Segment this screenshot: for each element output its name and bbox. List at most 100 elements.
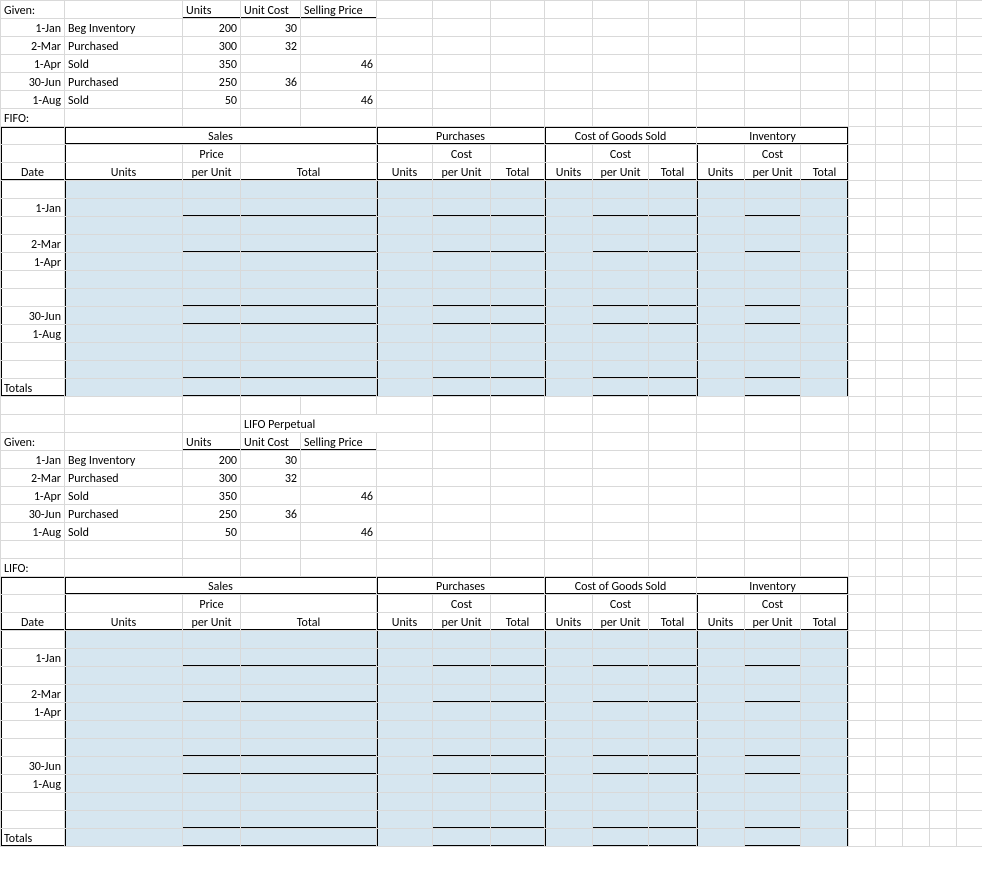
data-cell [545, 325, 593, 343]
cost-label-2: Cost [593, 145, 649, 163]
data-cell [65, 235, 183, 253]
data-cell [593, 199, 649, 217]
data-cell [491, 199, 545, 217]
inventory-header: Inventory [697, 127, 849, 145]
data-cell [241, 361, 377, 379]
data-cell [745, 343, 801, 361]
data-cell [801, 739, 849, 757]
data-cell [65, 667, 183, 685]
data-cell [593, 685, 649, 703]
data-cell [433, 757, 491, 775]
data-cell [491, 235, 545, 253]
data-cell [377, 271, 433, 289]
units-col: Units [65, 613, 183, 631]
data-cell [433, 793, 491, 811]
totals-label: Totals [1, 829, 65, 847]
given-date: 1-Aug [1, 91, 65, 109]
lifo-perpetual-label: LIFO Perpetual [241, 415, 433, 433]
data-cell [433, 199, 491, 217]
data-cell [433, 361, 491, 379]
cost-label-3: Cost [745, 145, 801, 163]
data-cell [593, 289, 649, 307]
data-cell [593, 325, 649, 343]
data-cell [801, 325, 849, 343]
given-date: 2-Mar [1, 37, 65, 55]
data-cell [745, 271, 801, 289]
given-units: 50 [183, 91, 241, 109]
data-cell [593, 703, 649, 721]
data-cell [697, 775, 745, 793]
data-cell [241, 307, 377, 325]
data-cell [491, 775, 545, 793]
data-cell [801, 361, 849, 379]
data-cell [377, 811, 433, 829]
date-header: Date [1, 163, 65, 181]
given-units: 200 [183, 19, 241, 37]
data-cell [801, 217, 849, 235]
data-cell [433, 649, 491, 667]
data-cell [65, 325, 183, 343]
data-cell [801, 631, 849, 649]
data-cell [491, 253, 545, 271]
data-cell [65, 307, 183, 325]
date-cell [1, 721, 65, 739]
data-cell [433, 631, 491, 649]
data-cell [491, 793, 545, 811]
data-cell [745, 289, 801, 307]
data-cell [649, 253, 697, 271]
data-cell [697, 307, 745, 325]
data-cell [801, 703, 849, 721]
date-cell [1, 793, 65, 811]
data-cell [649, 703, 697, 721]
data-cell [697, 739, 745, 757]
data-cell [801, 289, 849, 307]
data-cell [697, 181, 745, 199]
date-cell: 30-Jun [1, 307, 65, 325]
data-cell [649, 235, 697, 253]
data-cell [649, 217, 697, 235]
given-unit-cost [241, 55, 301, 73]
data-cell [801, 811, 849, 829]
data-cell [545, 199, 593, 217]
given-selling-price [301, 469, 377, 487]
data-cell [801, 199, 849, 217]
given-unit-cost: 36 [241, 73, 301, 91]
selling-price-header: Selling Price [301, 433, 377, 451]
data-cell [183, 253, 241, 271]
given-date: 2-Mar [1, 469, 65, 487]
data-cell [377, 739, 433, 757]
data-cell [593, 235, 649, 253]
data-cell [697, 343, 745, 361]
data-cell [377, 235, 433, 253]
data-cell [65, 721, 183, 739]
data-cell [801, 253, 849, 271]
data-cell [745, 361, 801, 379]
data-cell [433, 307, 491, 325]
data-cell [65, 703, 183, 721]
date-header: Date [1, 613, 65, 631]
data-cell [649, 361, 697, 379]
data-cell [377, 793, 433, 811]
given-units: 50 [183, 523, 241, 541]
data-cell [241, 649, 377, 667]
given-units: 300 [183, 469, 241, 487]
data-cell [801, 667, 849, 685]
date-cell: 1-Jan [1, 199, 65, 217]
data-cell [697, 721, 745, 739]
data-cell [183, 703, 241, 721]
data-cell [745, 307, 801, 325]
cost-label-3: Cost [745, 595, 801, 613]
given-selling-price: 46 [301, 523, 377, 541]
data-cell [65, 649, 183, 667]
data-cell [697, 757, 745, 775]
data-cell [377, 703, 433, 721]
data-cell [545, 649, 593, 667]
data-cell [801, 649, 849, 667]
given-date: 1-Jan [1, 19, 65, 37]
data-cell [745, 235, 801, 253]
data-cell [377, 667, 433, 685]
date-cell [1, 361, 65, 379]
data-cell [65, 199, 183, 217]
data-cell [377, 649, 433, 667]
given-unit-cost: 32 [241, 37, 301, 55]
